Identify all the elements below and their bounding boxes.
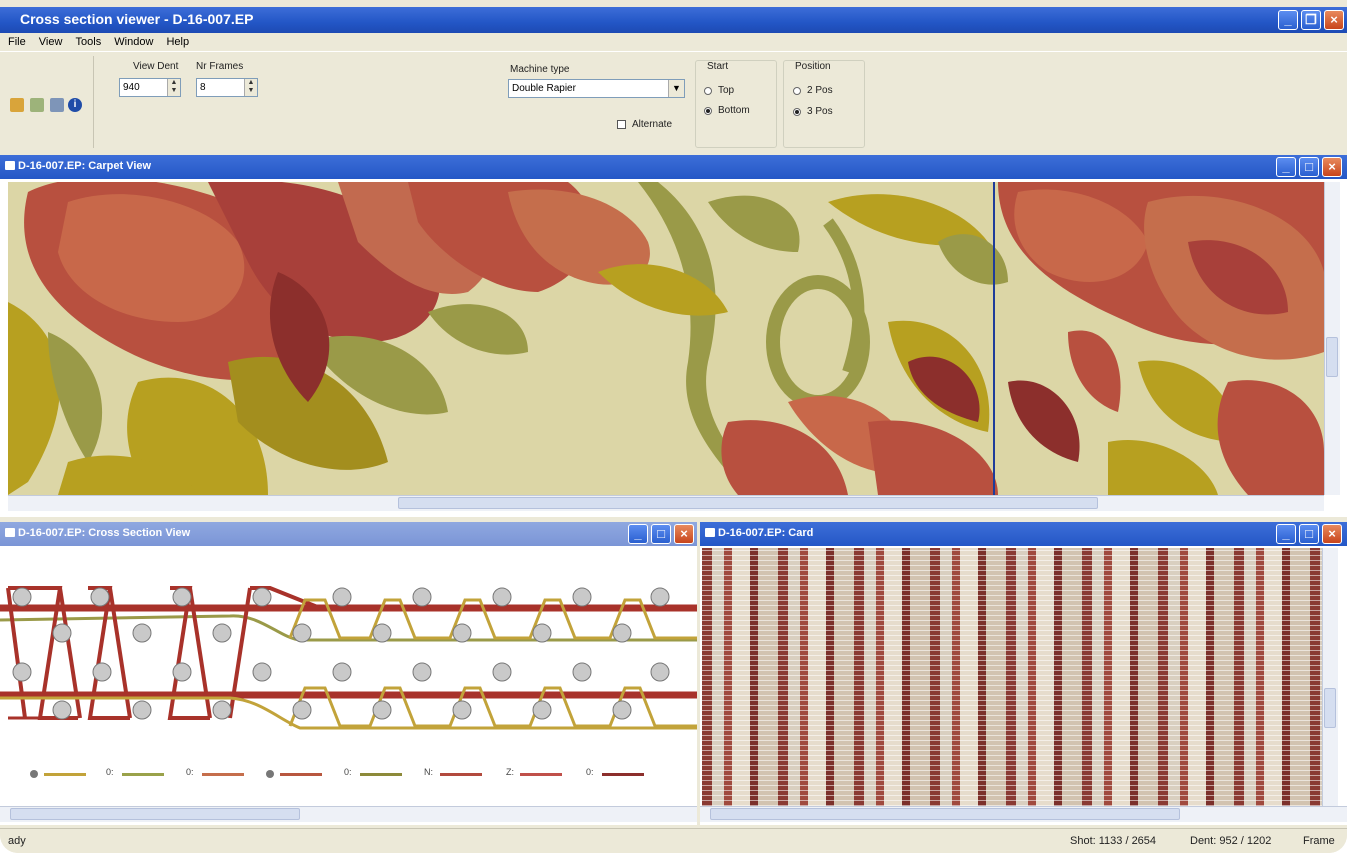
cross-section-titlebar[interactable]: D-16-007.EP: Cross Section View _ □ × — [0, 522, 697, 546]
status-frame: Frame — [1303, 835, 1335, 847]
app-frame: Cross section viewer - D-16-007.EP _ ❐ ×… — [0, 0, 1347, 853]
nr-frames-value: 8 — [200, 82, 206, 93]
print-icon[interactable] — [50, 98, 64, 112]
position-3pos-radio[interactable] — [793, 108, 801, 116]
spinner-arrows-icon[interactable]: ▲ ▼ — [244, 79, 257, 96]
minimize-icon[interactable]: _ — [628, 524, 648, 544]
card-grid[interactable] — [702, 548, 1322, 806]
scroll-thumb[interactable] — [398, 497, 1098, 509]
title-bar[interactable]: Cross section viewer - D-16-007.EP _ ❐ × — [0, 7, 1347, 33]
legend-label: 0: — [344, 767, 352, 777]
position-2pos-label: 2 Pos — [807, 85, 833, 96]
legend-swatch — [360, 773, 402, 776]
close-icon[interactable]: × — [674, 524, 694, 544]
scroll-thumb[interactable] — [1324, 688, 1336, 728]
legend-swatch — [122, 773, 164, 776]
carpet-view-titlebar[interactable]: D-16-007.EP: Carpet View _ □ × — [0, 155, 1347, 179]
card-window: D-16-007.EP: Card _ □ × — [700, 522, 1347, 825]
machine-type-label: Machine type — [510, 64, 570, 75]
carpet-pattern-image[interactable] — [8, 182, 1324, 495]
nr-frames-input[interactable]: 8 ▲ ▼ — [196, 78, 258, 97]
restore-icon[interactable]: ❐ — [1301, 10, 1321, 30]
menu-view[interactable]: View — [39, 33, 63, 51]
window-icon — [5, 528, 15, 537]
window-icon — [5, 161, 15, 170]
legend-dot-icon — [266, 770, 274, 778]
start-top-radio[interactable] — [704, 87, 712, 95]
machine-type-value: Double Rapier — [512, 83, 576, 94]
close-icon[interactable]: × — [1322, 524, 1342, 544]
carpet-horizontal-scrollbar[interactable] — [8, 495, 1324, 511]
scroll-thumb[interactable] — [10, 808, 300, 820]
minimize-icon[interactable]: _ — [1276, 524, 1296, 544]
carpet-view-window: D-16-007.EP: Carpet View _ □ × — [0, 155, 1347, 517]
maximize-icon[interactable]: □ — [1299, 157, 1319, 177]
position-label: Position — [793, 61, 833, 72]
carpet-vertical-scrollbar[interactable] — [1324, 182, 1340, 495]
toolbar-divider — [93, 56, 94, 148]
maximize-icon[interactable]: □ — [1299, 524, 1319, 544]
legend-swatch — [520, 773, 562, 776]
status-ready: ady — [8, 835, 26, 847]
legend-dot-icon — [30, 770, 38, 778]
position-group — [783, 60, 865, 148]
maximize-icon[interactable]: □ — [651, 524, 671, 544]
minimize-icon[interactable]: _ — [1276, 157, 1296, 177]
legend-label: Z: — [506, 767, 514, 777]
menu-bar: File View Tools Window Help — [0, 33, 1347, 51]
legend-swatch — [602, 773, 644, 776]
legend-label: N: — [424, 767, 433, 777]
window-icon — [705, 528, 715, 537]
cross-section-legend: 0: 0: 0: N: Z: 0: — [20, 767, 680, 781]
chevron-down-icon[interactable]: ▼ — [668, 80, 684, 97]
toolbar: i View Dent 940 ▲ ▼ Nr Frames 8 ▲ ▼ Machin… — [0, 51, 1347, 153]
info-icon[interactable]: i — [68, 98, 82, 112]
card-vertical-scrollbar[interactable] — [1322, 548, 1338, 806]
start-label: Start — [705, 61, 731, 72]
menu-window[interactable]: Window — [114, 33, 153, 51]
start-top-label: Top — [718, 85, 735, 96]
view-dent-input[interactable]: 940 ▲ ▼ — [119, 78, 181, 97]
start-bottom-label: Bottom — [718, 105, 750, 116]
position-2pos-radio[interactable] — [793, 87, 801, 95]
status-bar: ady Shot: 1133 / 2654 Dent: 952 / 1202 F… — [0, 828, 1347, 853]
nr-frames-label: Nr Frames — [196, 61, 244, 72]
scroll-thumb[interactable] — [1326, 337, 1338, 377]
legend-swatch — [44, 773, 86, 776]
cross-section-horizontal-scrollbar[interactable] — [0, 806, 697, 822]
machine-type-select[interactable]: Double Rapier ▼ — [508, 79, 685, 98]
start-bottom-radio[interactable] — [704, 107, 712, 115]
spinner-arrows-icon[interactable]: ▲ ▼ — [167, 79, 180, 96]
menu-help[interactable]: Help — [166, 33, 189, 51]
alternate-label: Alternate — [632, 119, 673, 130]
chart-icon[interactable] — [30, 98, 44, 112]
legend-label: 0: — [186, 767, 194, 777]
view-dent-value: 940 — [123, 82, 140, 93]
window-title: Cross section viewer - D-16-007.EP — [20, 11, 254, 27]
legend-label: 0: — [586, 767, 594, 777]
legend-swatch — [202, 773, 244, 776]
card-titlebar[interactable]: D-16-007.EP: Card _ □ × — [700, 522, 1347, 546]
alternate-checkbox[interactable] — [617, 120, 626, 129]
menu-tools[interactable]: Tools — [76, 33, 102, 51]
legend-swatch — [440, 773, 482, 776]
view-dent-label: View Dent — [133, 61, 179, 72]
legend-label: 0: — [106, 767, 114, 777]
status-shot: Shot: 1133 / 2654 — [1070, 835, 1157, 847]
open-icon[interactable] — [10, 98, 24, 112]
carpet-view-title: D-16-007.EP: Carpet View — [18, 160, 152, 172]
cross-section-title: D-16-007.EP: Cross Section View — [18, 527, 191, 539]
card-horizontal-scrollbar[interactable] — [700, 806, 1347, 822]
scroll-thumb[interactable] — [710, 808, 1180, 820]
position-3pos-label: 3 Pos — [807, 106, 833, 117]
start-group — [695, 60, 777, 148]
minimize-icon[interactable]: _ — [1278, 10, 1298, 30]
legend-swatch — [280, 773, 322, 776]
menu-file[interactable]: File — [8, 33, 26, 51]
status-dent: Dent: 952 / 1202 — [1190, 835, 1272, 847]
close-icon[interactable]: × — [1324, 10, 1344, 30]
close-icon[interactable]: × — [1322, 157, 1342, 177]
card-title: D-16-007.EP: Card — [718, 527, 814, 539]
cross-section-window: D-16-007.EP: Cross Section View _ □ × 0:… — [0, 522, 697, 825]
